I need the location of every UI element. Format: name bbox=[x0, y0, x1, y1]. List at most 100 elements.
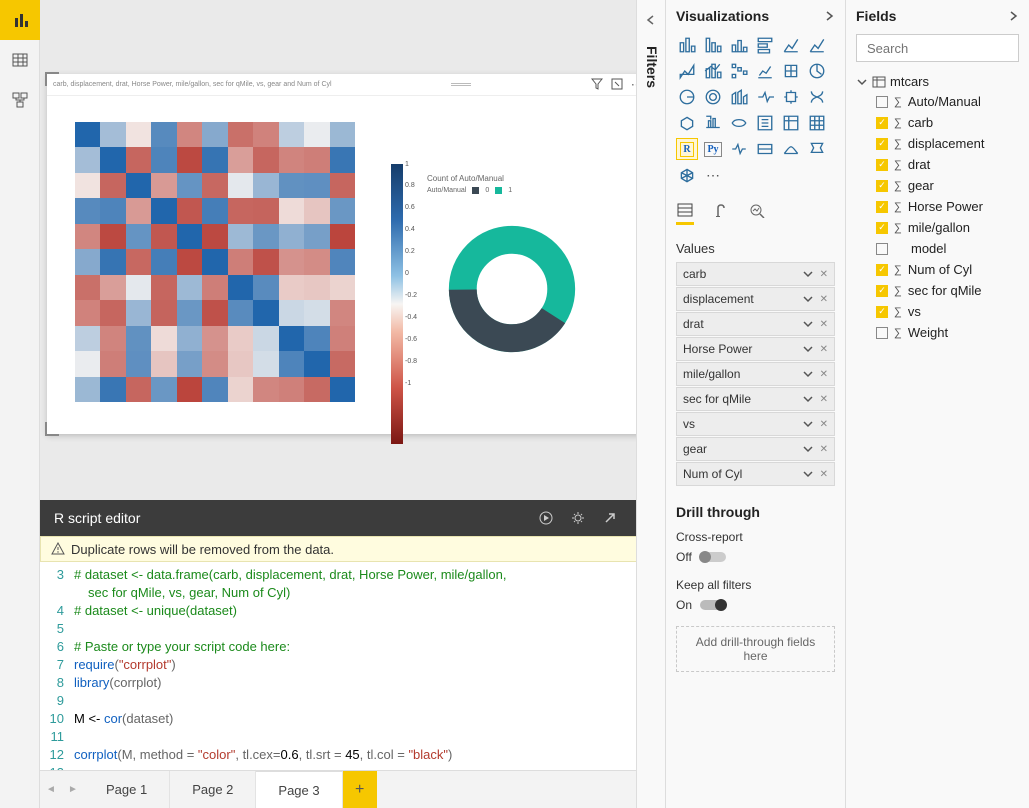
viz-type-8[interactable] bbox=[728, 60, 750, 82]
viz-type-12[interactable] bbox=[676, 86, 698, 108]
field-model[interactable]: model bbox=[856, 238, 1019, 259]
remove-field-button[interactable]: ✕ bbox=[820, 444, 828, 455]
checkbox[interactable]: ✓ bbox=[876, 264, 888, 276]
field-auto-manual[interactable]: ∑Auto/Manual bbox=[856, 91, 1019, 112]
viz-type-3[interactable] bbox=[754, 34, 776, 56]
value-pill-sec-for-qmile[interactable]: sec for qMile✕ bbox=[676, 387, 835, 411]
page-next-button[interactable]: ► bbox=[62, 771, 84, 808]
popout-button[interactable] bbox=[603, 511, 617, 525]
viz-type-2[interactable] bbox=[728, 34, 750, 56]
checkbox[interactable]: ✓ bbox=[876, 306, 888, 318]
field-sec-for-qmile[interactable]: ✓∑sec for qMile bbox=[856, 280, 1019, 301]
drill-drop-zone[interactable]: Add drill-through fields here bbox=[676, 626, 835, 672]
viz-type-5[interactable] bbox=[806, 34, 828, 56]
remove-field-button[interactable]: ✕ bbox=[820, 394, 828, 405]
viz-type-22[interactable] bbox=[780, 112, 802, 134]
viz-type-21[interactable] bbox=[754, 112, 776, 134]
viz-type-20[interactable] bbox=[728, 112, 750, 134]
value-pill-drat[interactable]: drat✕ bbox=[676, 312, 835, 336]
checkbox[interactable]: ✓ bbox=[876, 201, 888, 213]
remove-field-button[interactable]: ✕ bbox=[820, 294, 828, 305]
chevron-down-icon[interactable] bbox=[802, 368, 814, 380]
viz-type-14[interactable] bbox=[728, 86, 750, 108]
field-horse-power[interactable]: ✓∑Horse Power bbox=[856, 196, 1019, 217]
viz-type-16[interactable] bbox=[780, 86, 802, 108]
format-well-tab[interactable] bbox=[712, 202, 730, 225]
filter-icon[interactable] bbox=[591, 78, 603, 91]
checkbox[interactable]: ✓ bbox=[876, 159, 888, 171]
remove-field-button[interactable]: ✕ bbox=[820, 419, 828, 430]
viz-type-27[interactable] bbox=[754, 138, 776, 160]
remove-field-button[interactable]: ✕ bbox=[820, 344, 828, 355]
field-carb[interactable]: ✓∑carb bbox=[856, 112, 1019, 133]
checkbox[interactable]: ✓ bbox=[876, 117, 888, 129]
value-pill-gear[interactable]: gear✕ bbox=[676, 437, 835, 461]
value-pill-num-of-cyl[interactable]: Num of Cyl✕ bbox=[676, 462, 835, 486]
remove-field-button[interactable]: ✕ bbox=[820, 369, 828, 380]
fields-search[interactable] bbox=[856, 34, 1019, 62]
field-displacement[interactable]: ✓∑displacement bbox=[856, 133, 1019, 154]
remove-field-button[interactable]: ✕ bbox=[820, 469, 828, 480]
viz-type-4[interactable] bbox=[780, 34, 802, 56]
value-pill-vs[interactable]: vs✕ bbox=[676, 412, 835, 436]
viz-type-15[interactable] bbox=[754, 86, 776, 108]
run-script-button[interactable] bbox=[539, 511, 553, 525]
checkbox[interactable]: ✓ bbox=[876, 285, 888, 297]
page-tab-1[interactable]: Page 1 bbox=[84, 771, 170, 808]
data-view-tab[interactable] bbox=[0, 40, 40, 80]
chevron-down-icon[interactable] bbox=[802, 443, 814, 455]
script-options-button[interactable] bbox=[571, 511, 585, 525]
field-mile-gallon[interactable]: ✓∑mile/gallon bbox=[856, 217, 1019, 238]
checkbox[interactable] bbox=[876, 243, 888, 255]
viz-type-18[interactable] bbox=[676, 112, 698, 134]
drag-handle-icon[interactable] bbox=[451, 83, 471, 86]
viz-type-6[interactable] bbox=[676, 60, 698, 82]
remove-field-button[interactable]: ✕ bbox=[820, 269, 828, 280]
fields-search-input[interactable] bbox=[867, 41, 1029, 56]
collapse-fields-button[interactable] bbox=[1007, 10, 1019, 22]
viz-type-28[interactable] bbox=[780, 138, 802, 160]
viz-type-0[interactable] bbox=[676, 34, 698, 56]
expand-filters-button[interactable] bbox=[637, 0, 665, 40]
page-tab-2[interactable]: Page 2 bbox=[170, 771, 256, 808]
remove-field-button[interactable]: ✕ bbox=[820, 319, 828, 330]
viz-type-23[interactable] bbox=[806, 112, 828, 134]
value-pill-mile-gallon[interactable]: mile/gallon✕ bbox=[676, 362, 835, 386]
chevron-down-icon[interactable] bbox=[802, 268, 814, 280]
field-gear[interactable]: ✓∑gear bbox=[856, 175, 1019, 196]
viz-type-9[interactable] bbox=[754, 60, 776, 82]
donut-visual[interactable]: Count of Auto/Manual Auto/Manual 0 1 bbox=[427, 174, 627, 354]
code-area[interactable]: 3# dataset <- data.frame(carb, displacem… bbox=[40, 562, 661, 770]
viz-type-11[interactable] bbox=[806, 60, 828, 82]
focus-mode-icon[interactable] bbox=[611, 78, 623, 91]
field-drat[interactable]: ✓∑drat bbox=[856, 154, 1019, 175]
viz-type-17[interactable] bbox=[806, 86, 828, 108]
fields-well-tab[interactable] bbox=[676, 202, 694, 225]
value-pill-horse-power[interactable]: Horse Power✕ bbox=[676, 337, 835, 361]
checkbox[interactable] bbox=[876, 96, 888, 108]
add-page-button[interactable]: + bbox=[343, 771, 377, 808]
viz-type-13[interactable] bbox=[702, 86, 724, 108]
viz-type-24[interactable]: R bbox=[676, 138, 698, 160]
field-num-of-cyl[interactable]: ✓∑Num of Cyl bbox=[856, 259, 1019, 280]
cross-report-toggle[interactable]: Off bbox=[676, 550, 835, 564]
keep-filters-toggle[interactable]: On bbox=[676, 598, 835, 612]
chevron-down-icon[interactable] bbox=[802, 293, 814, 305]
chevron-down-icon[interactable] bbox=[802, 393, 814, 405]
page-prev-button[interactable]: ◄ bbox=[40, 771, 62, 808]
viz-type-31[interactable]: ⋯ bbox=[702, 164, 724, 186]
checkbox[interactable]: ✓ bbox=[876, 222, 888, 234]
chevron-down-icon[interactable] bbox=[802, 318, 814, 330]
checkbox[interactable]: ✓ bbox=[876, 180, 888, 192]
viz-type-10[interactable] bbox=[780, 60, 802, 82]
field-weight[interactable]: ∑Weight bbox=[856, 322, 1019, 343]
value-pill-displacement[interactable]: displacement✕ bbox=[676, 287, 835, 311]
table-mtcars[interactable]: mtcars bbox=[856, 72, 1019, 91]
checkbox[interactable]: ✓ bbox=[876, 138, 888, 150]
viz-type-29[interactable] bbox=[806, 138, 828, 160]
field-vs[interactable]: ✓∑vs bbox=[856, 301, 1019, 322]
collapse-viz-button[interactable] bbox=[823, 10, 835, 22]
report-view-tab[interactable] bbox=[0, 0, 40, 40]
viz-type-30[interactable] bbox=[676, 164, 698, 186]
chevron-down-icon[interactable] bbox=[802, 343, 814, 355]
